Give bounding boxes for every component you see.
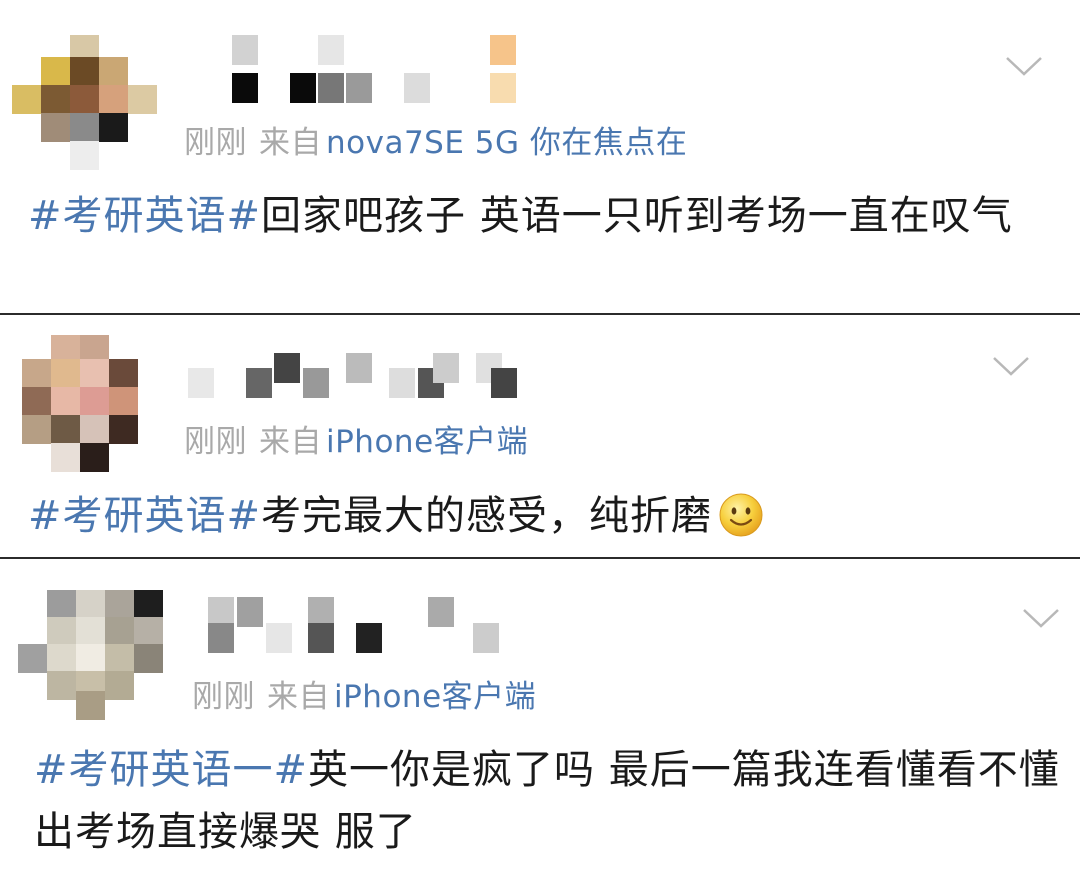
chevron-down-icon[interactable] bbox=[1022, 607, 1060, 629]
post-source-link[interactable]: iPhone客户端 bbox=[326, 424, 528, 460]
username-pixelated[interactable] bbox=[232, 35, 522, 107]
from-label: 来自 bbox=[267, 679, 330, 715]
post-time: 刚刚 bbox=[192, 679, 255, 715]
post-text: 回家吧孩子 英语一只听到考场一直在叹气 bbox=[261, 193, 1013, 239]
username-pixelated[interactable] bbox=[208, 597, 508, 669]
from-label: 来自 bbox=[259, 125, 322, 161]
feed-post-2: 刚刚 来自 iPhone客户端 #考研英语#考完最大的感受，纯折磨 bbox=[0, 315, 1080, 557]
avatar-pixelated[interactable] bbox=[18, 590, 173, 720]
post-meta: 刚刚 来自 iPhone客户端 bbox=[184, 416, 528, 461]
post-content: #考研英语一#英一你是疯了吗 最后一篇我连看懂看不懂 出考场直接爆哭 服了 bbox=[34, 739, 1064, 863]
post-time: 刚刚 bbox=[184, 125, 247, 161]
from-label: 来自 bbox=[259, 424, 322, 460]
post-meta: 刚刚 来自 iPhone客户端 bbox=[192, 671, 536, 716]
smile-emoji-icon bbox=[719, 493, 763, 537]
chevron-down-icon[interactable] bbox=[1005, 55, 1043, 77]
hashtag-link[interactable]: #考研英语# bbox=[28, 193, 261, 239]
feed-post-1: 刚刚 来自 nova7SE 5G 你在焦点在 #考研英语#回家吧孩子 英语一只听到考… bbox=[0, 0, 1080, 313]
post-time: 刚刚 bbox=[184, 424, 247, 460]
post-content: #考研英语#考完最大的感受，纯折磨 bbox=[28, 485, 1058, 547]
avatar-pixelated[interactable] bbox=[22, 335, 147, 472]
post-source-link[interactable]: iPhone客户端 bbox=[334, 679, 536, 715]
feed-post-3: 刚刚 来自 iPhone客户端 #考研英语一#英一你是疯了吗 最后一篇我连看懂看不懂… bbox=[0, 559, 1080, 877]
avatar-pixelated[interactable] bbox=[12, 35, 157, 170]
post-meta: 刚刚 来自 nova7SE 5G 你在焦点在 bbox=[184, 117, 687, 162]
username-pixelated[interactable] bbox=[188, 353, 538, 425]
chevron-down-icon[interactable] bbox=[992, 355, 1030, 377]
post-text: 考完最大的感受，纯折磨 bbox=[261, 493, 713, 539]
post-content: #考研英语#回家吧孩子 英语一只听到考场一直在叹气 bbox=[28, 185, 1058, 247]
hashtag-link[interactable]: #考研英语# bbox=[28, 493, 261, 539]
post-source-link[interactable]: nova7SE 5G 你在焦点在 bbox=[326, 125, 687, 161]
hashtag-link[interactable]: #考研英语一# bbox=[34, 747, 308, 793]
